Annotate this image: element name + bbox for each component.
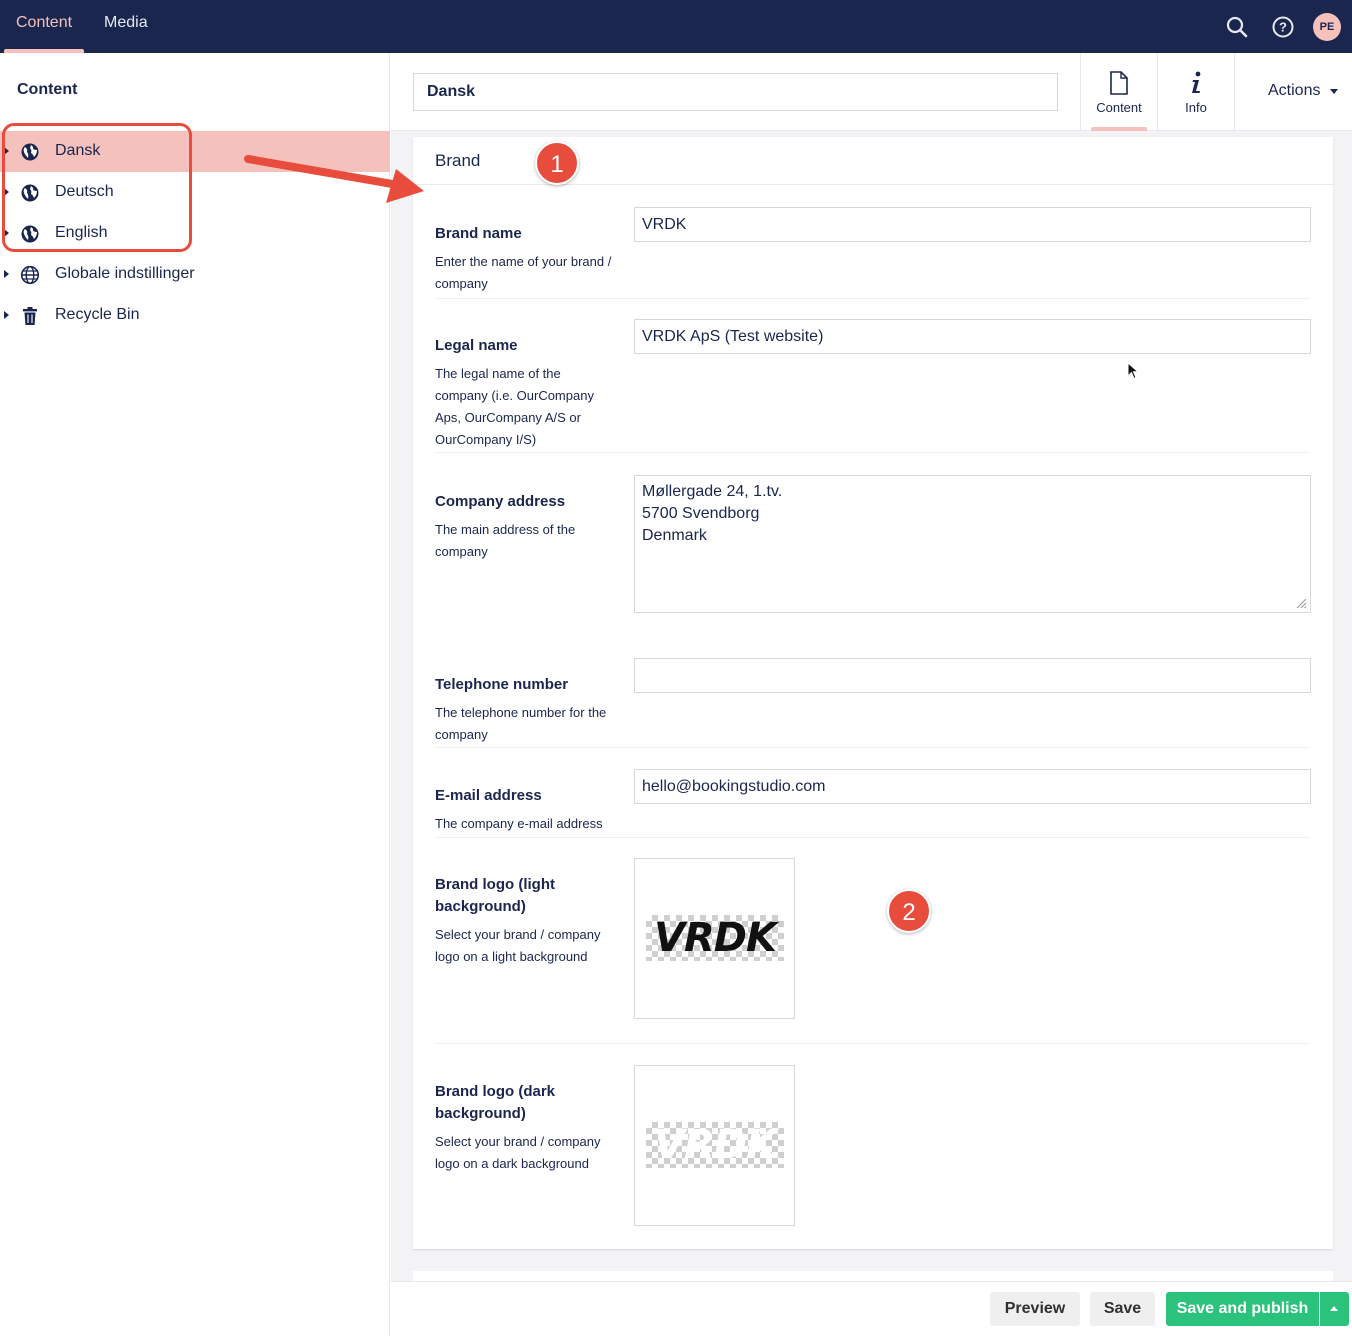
info-icon bbox=[1192, 71, 1201, 93]
chevron-down-icon bbox=[1330, 89, 1338, 94]
resize-handle-icon[interactable] bbox=[1295, 597, 1307, 609]
publish-options-button[interactable] bbox=[1320, 1292, 1349, 1326]
divider bbox=[435, 452, 1310, 453]
company-address-textarea[interactable]: Møllergade 24, 1.tv. 5700 Svendborg Denm… bbox=[634, 475, 1311, 613]
logo-light-media-picker[interactable]: VRDK bbox=[634, 858, 795, 1019]
property-description: Enter the name of your brand / company bbox=[435, 254, 612, 291]
logo-dark-image: VRDK bbox=[646, 1122, 784, 1168]
tab-label: Info bbox=[1185, 100, 1207, 115]
search-icon bbox=[1226, 16, 1248, 37]
tab-content[interactable]: Content bbox=[1080, 53, 1157, 131]
search-button[interactable] bbox=[1214, 4, 1260, 50]
preview-button[interactable]: Preview bbox=[990, 1292, 1080, 1326]
editor-tabs: Content Info bbox=[1080, 53, 1234, 131]
expand-caret-icon[interactable] bbox=[4, 311, 9, 319]
top-bar: Content Media ? PE bbox=[0, 0, 1352, 53]
annotation-highlight-box bbox=[2, 123, 192, 252]
legal-name-input[interactable]: VRDK ApS (Test website) bbox=[634, 319, 1311, 354]
logo-wordmark: VRDK bbox=[654, 915, 777, 961]
divider bbox=[435, 747, 1310, 748]
editor-footer: Preview Save Save and publish bbox=[391, 1281, 1352, 1336]
actions-label: Actions bbox=[1268, 82, 1321, 99]
brand-group-panel: Brand Brand name Enter the name of your … bbox=[413, 137, 1333, 1249]
property-description: The main address of the company bbox=[435, 522, 576, 559]
editor-area: Dansk Content Info Actions Brand Brand n… bbox=[391, 53, 1352, 1336]
actions-dropdown[interactable]: Actions bbox=[1234, 53, 1352, 131]
property-description: The company e-mail address bbox=[435, 816, 603, 831]
tree-item-label: Recycle Bin bbox=[55, 306, 140, 323]
brand-name-input[interactable]: VRDK bbox=[634, 207, 1311, 242]
section-tab-media[interactable]: Media bbox=[88, 0, 164, 53]
annotation-arrow-icon bbox=[244, 155, 424, 203]
chevron-up-icon bbox=[1330, 1306, 1338, 1311]
property-description: The legal name of the company (i.e. OurC… bbox=[435, 366, 594, 447]
top-bar-tools: ? PE bbox=[1214, 0, 1352, 53]
tree-item-globale-indstillinger[interactable]: Globale indstillinger bbox=[0, 254, 390, 295]
divider bbox=[435, 837, 1310, 838]
telephone-input[interactable] bbox=[634, 658, 1311, 693]
property-label: E-mail address bbox=[435, 787, 542, 804]
world-grid-icon bbox=[20, 265, 40, 285]
property-description: Select your brand / company logo on a da… bbox=[435, 1134, 601, 1171]
svg-text:?: ? bbox=[1279, 19, 1287, 34]
tab-label: Content bbox=[1096, 100, 1142, 115]
property-label: Brand logo (light background) bbox=[435, 876, 555, 915]
save-button[interactable]: Save bbox=[1090, 1292, 1155, 1326]
node-name-input[interactable]: Dansk bbox=[413, 73, 1058, 111]
logo-dark-media-picker[interactable]: VRDK bbox=[634, 1065, 795, 1226]
email-input[interactable]: hello@bookingstudio.com bbox=[634, 769, 1311, 804]
property-label: Telephone number bbox=[435, 676, 569, 693]
divider bbox=[435, 1043, 1310, 1044]
avatar: PE bbox=[1313, 12, 1341, 41]
user-menu-button[interactable]: PE bbox=[1306, 4, 1352, 50]
section-tab-content[interactable]: Content bbox=[0, 0, 88, 53]
mouse-pointer-icon bbox=[1127, 362, 1139, 380]
address-line: Møllergade 24, 1.tv. bbox=[642, 483, 783, 500]
trash-icon bbox=[23, 307, 37, 325]
property-label: Brand logo (dark background) bbox=[435, 1083, 556, 1122]
section-nav: Content Media bbox=[0, 0, 164, 53]
address-line: Denmark bbox=[642, 527, 707, 544]
annotation-badge-1: 1 bbox=[535, 141, 579, 185]
divider bbox=[435, 298, 1310, 299]
property-label: Legal name bbox=[435, 337, 518, 354]
annotation-badge-2: 2 bbox=[887, 889, 931, 933]
logo-wordmark: VRDK bbox=[654, 1122, 777, 1168]
property-label: Company address bbox=[435, 493, 566, 510]
editor-header: Dansk Content Info Actions bbox=[391, 53, 1352, 131]
help-icon: ? bbox=[1272, 16, 1294, 37]
save-and-publish-button[interactable]: Save and publish bbox=[1166, 1292, 1319, 1326]
property-description: The telephone number for the company bbox=[435, 705, 607, 742]
expand-caret-icon[interactable] bbox=[4, 270, 9, 278]
help-button[interactable]: ? bbox=[1260, 4, 1306, 50]
property-label: Brand name bbox=[435, 225, 522, 242]
panel-title: Brand bbox=[435, 151, 481, 170]
sidebar-title: Content bbox=[17, 81, 78, 98]
tab-info[interactable]: Info bbox=[1157, 53, 1234, 131]
tree-item-label: Globale indstillinger bbox=[55, 265, 195, 282]
address-line: 5700 Svendborg bbox=[642, 505, 760, 522]
tree-item-recycle-bin[interactable]: Recycle Bin bbox=[0, 295, 390, 336]
document-icon bbox=[1110, 71, 1128, 95]
property-description: Select your brand / company logo on a li… bbox=[435, 927, 601, 964]
logo-light-image: VRDK bbox=[646, 915, 784, 961]
